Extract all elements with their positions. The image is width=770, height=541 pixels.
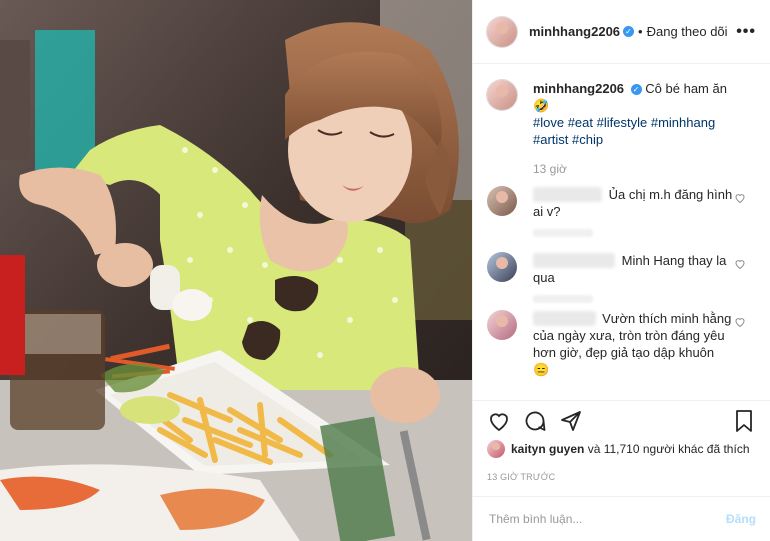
post-header: minhhang2206 ✓ • Đang theo dõi ••• xyxy=(473,0,770,64)
post-photo[interactable] xyxy=(0,0,472,541)
hashtag-link[interactable]: #chip xyxy=(572,132,603,147)
caption-time: 13 giờ xyxy=(533,162,567,176)
more-options-icon[interactable]: ••• xyxy=(736,23,756,41)
bookmark-icon[interactable] xyxy=(732,409,756,433)
post-side-panel: minhhang2206 ✓ • Đang theo dõi ••• minhh… xyxy=(472,0,770,541)
likes-count-text[interactable]: và 11,710 người khác đã thích xyxy=(588,442,750,456)
avatar[interactable] xyxy=(487,16,517,47)
avatar[interactable] xyxy=(487,252,517,282)
heart-icon[interactable] xyxy=(734,316,746,328)
comment-meta xyxy=(533,224,733,237)
username-link[interactable]: minhhang2206 xyxy=(529,24,620,39)
hashtag-link[interactable]: #eat xyxy=(568,115,593,130)
caption: minhhang2206 ✓ Cô bé ham ăn🤣 #love #eat … xyxy=(487,80,756,148)
caption-text: minhhang2206 ✓ Cô bé ham ăn🤣 #love #eat … xyxy=(533,80,743,148)
avatar[interactable] xyxy=(487,186,517,216)
verified-icon: ✓ xyxy=(623,26,635,37)
caption-tags: #love #eat #lifestyle #minhhang #artist … xyxy=(533,115,715,147)
comment-input[interactable] xyxy=(487,511,726,527)
avatar[interactable] xyxy=(487,80,517,110)
post-actions xyxy=(473,400,770,440)
comment-username[interactable]: xxxxxxxxxxxx xyxy=(533,253,615,268)
hashtag-link[interactable]: #lifestyle xyxy=(597,115,648,130)
comments-list[interactable]: minhhang2206 ✓ Cô bé ham ăn🤣 #love #eat … xyxy=(473,64,770,400)
share-icon[interactable] xyxy=(559,409,583,433)
instagram-post-modal: minhhang2206 ✓ • Đang theo dõi ••• minhh… xyxy=(0,0,770,541)
add-comment-bar: Đăng xyxy=(473,496,770,541)
separator-dot: • xyxy=(638,24,643,39)
comment-item: xxxxxxxxx Vườn thích minh hằng của ngày … xyxy=(487,310,756,378)
heart-icon[interactable] xyxy=(487,409,511,433)
likes-summary: kaityn guyen và 11,710 người khác đã thí… xyxy=(487,440,756,458)
post-timestamp[interactable]: 13 GIỜ TRƯỚC xyxy=(487,472,555,482)
avatar[interactable] xyxy=(487,440,505,458)
hashtag-link[interactable]: #artist xyxy=(533,132,568,147)
caption-username[interactable]: minhhang2206 xyxy=(533,81,624,96)
hashtag-link[interactable]: #love xyxy=(533,115,564,130)
comment-username[interactable]: xxxxxxxxxx xyxy=(533,187,602,202)
hashtag-link[interactable]: #minhhang xyxy=(651,115,715,130)
heart-icon[interactable] xyxy=(734,258,746,270)
follow-status-button[interactable]: Đang theo dõi xyxy=(647,24,728,39)
comment-item: xxxxxxxxxx Ủa chị m.h đăng hình ai v? xyxy=(487,186,756,237)
comment-item: xxxxxxxxxxxx Minh Hang thay la qua xyxy=(487,252,756,303)
avatar[interactable] xyxy=(487,310,517,340)
verified-icon: ✓ xyxy=(630,84,642,95)
comment-icon[interactable] xyxy=(523,409,547,433)
post-comment-button[interactable]: Đăng xyxy=(726,512,756,526)
heart-icon[interactable] xyxy=(734,192,746,204)
liker-username[interactable]: kaityn guyen xyxy=(511,442,584,456)
comment-username[interactable]: xxxxxxxxx xyxy=(533,311,596,326)
comment-meta xyxy=(533,290,733,303)
